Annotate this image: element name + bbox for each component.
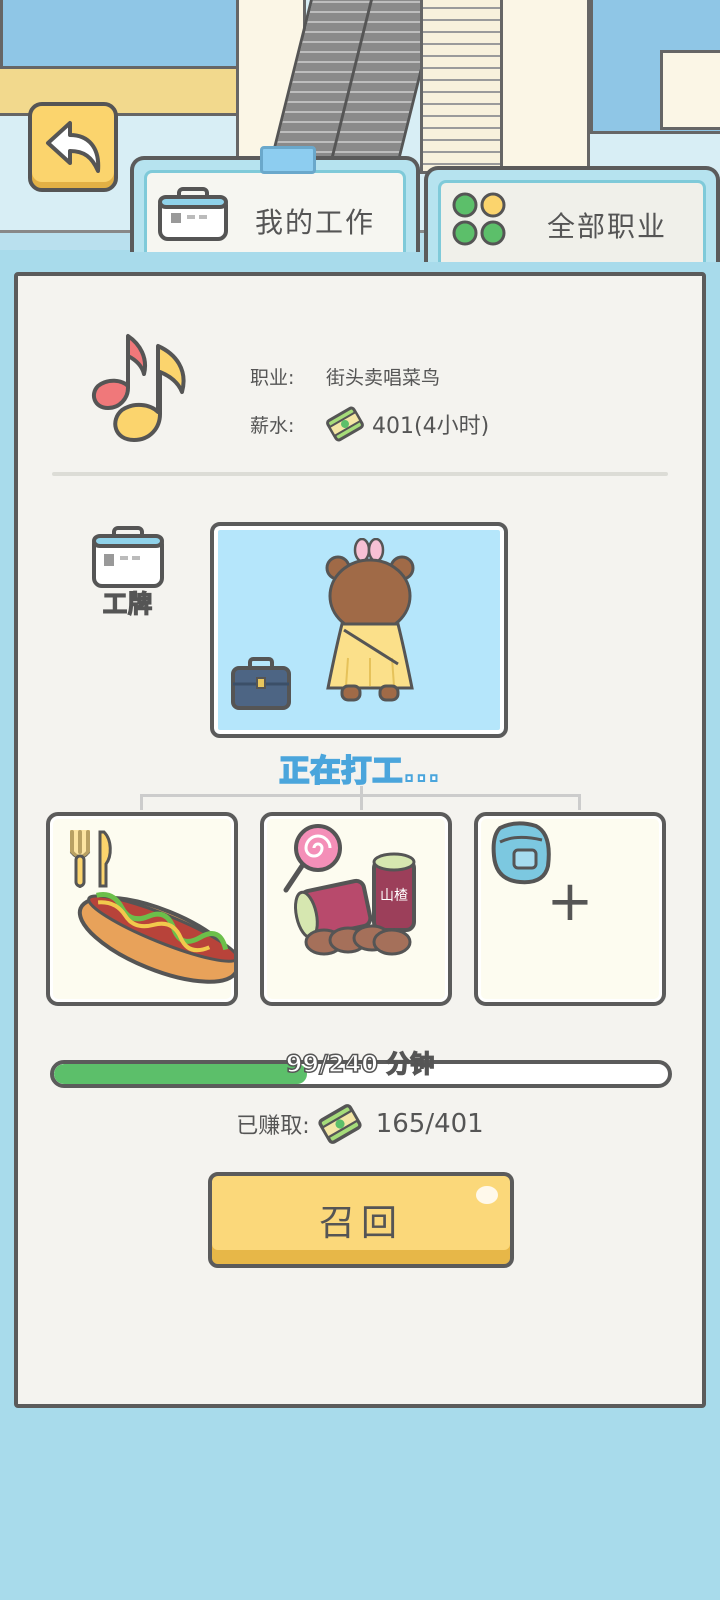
connector-drop [578, 794, 581, 810]
connector-drop [360, 786, 363, 810]
back-arrow-icon [46, 121, 101, 173]
pillar [500, 0, 590, 194]
salary-value: 401(4小时) [372, 414, 490, 439]
tab-all-jobs[interactable]: 全部职业 [424, 166, 720, 262]
hotdog-icon [70, 830, 234, 984]
occupation-label: 职业: [250, 366, 295, 389]
grid-icon [452, 192, 506, 246]
tab-clip [260, 146, 316, 174]
item-slot-food[interactable] [46, 812, 238, 1006]
window [0, 0, 250, 70]
add-item-plus: + [546, 869, 594, 934]
item-slot-snacks[interactable]: 山楂 [260, 812, 452, 1006]
earned-label: 已赚取: [236, 1114, 310, 1139]
snacks-icon: 山楂 [283, 824, 416, 956]
earned-value: 165/401 [375, 1109, 484, 1139]
music-note-icon [91, 334, 186, 442]
working-status: 正在打工... [278, 753, 441, 790]
tab-all-jobs-inner: 全部职业 [438, 180, 706, 262]
salary-label: 薪水: [250, 414, 295, 437]
work-badge-icon [92, 526, 164, 588]
cash-icon [318, 1104, 362, 1144]
work-badge: 工牌 [86, 526, 170, 619]
back-button[interactable] [28, 102, 118, 192]
divider [52, 472, 668, 476]
recall-button-label: 召回 [318, 1203, 403, 1244]
connector-drop [140, 794, 143, 810]
cash-icon [326, 406, 364, 442]
job-info: 职业: 街头卖唱菜鸟 薪水: 401(4小时) [250, 352, 489, 448]
occupation-row: 职业: 街头卖唱菜鸟 [250, 352, 489, 400]
svg-text:山楂: 山楂 [380, 888, 408, 904]
badge-icon [158, 187, 228, 241]
working-scene [210, 522, 508, 738]
salary-row: 薪水: 401(4小时) [250, 400, 489, 448]
recall-button[interactable]: 召回 [208, 1172, 514, 1268]
briefcase-icon [231, 657, 291, 710]
occupation-value: 街头卖唱菜鸟 [326, 366, 441, 389]
booth [660, 50, 720, 130]
bear-character [325, 538, 415, 702]
progress-text: 99/240 分钟 [285, 1049, 435, 1079]
tab-my-job-inner: 我的工作 [144, 170, 406, 252]
tab-my-job-label: 我的工作 [255, 206, 376, 239]
item-slot-add-bag[interactable]: + [474, 812, 666, 1006]
tab-all-jobs-label: 全部职业 [547, 210, 668, 243]
earned-row: 已赚取: 165/401 [0, 1100, 720, 1148]
